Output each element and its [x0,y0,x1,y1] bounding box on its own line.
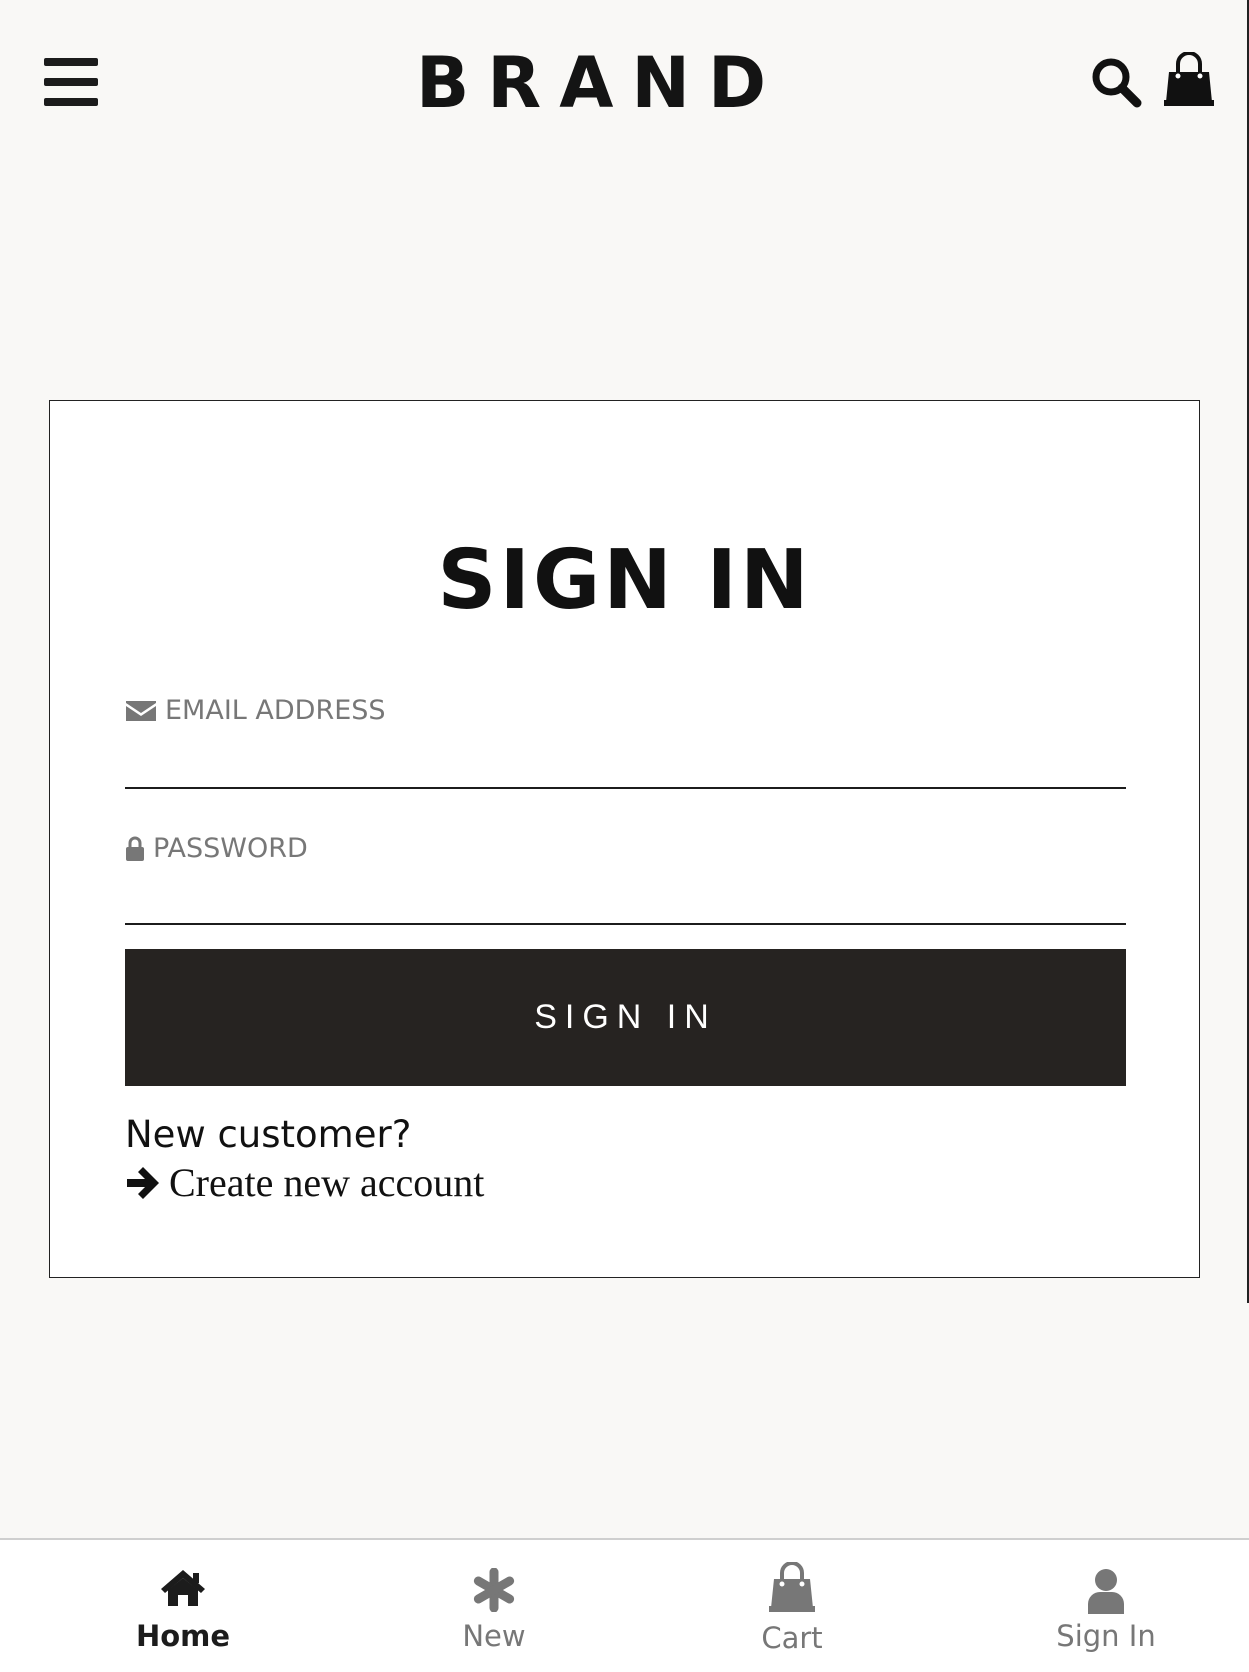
site-header: BRAND [0,0,1249,165]
user-icon [1088,1569,1124,1614]
bottom-navigation: Home New Cart Sign In [0,1538,1249,1672]
nav-label-home: Home [135,1619,231,1653]
new-customer-text: New customer? [125,1113,412,1156]
cart-button[interactable] [1161,51,1217,108]
password-label: PASSWORD [125,829,308,869]
email-label-text: EMAIL ADDRESS [165,695,386,726]
email-field-group: EMAIL ADDRESS [125,691,1126,789]
password-input[interactable] [125,885,1126,925]
search-button[interactable] [1090,56,1142,108]
signin-card: SIGN IN EMAIL ADDRESS PASSWORD SIGN IN N… [49,400,1200,1278]
lock-icon [126,836,144,861]
nav-item-cart[interactable]: Cart [692,1540,892,1672]
email-input[interactable] [125,749,1126,789]
page-title: SIGN IN [437,533,812,628]
shopping-bag-icon [1164,51,1214,106]
password-field-group: PASSWORD [125,829,1126,925]
envelope-icon [126,701,156,721]
create-account-link[interactable]: Create new account [125,1159,484,1207]
password-label-text: PASSWORD [153,833,308,864]
signin-submit-button[interactable]: SIGN IN [125,949,1126,1086]
nav-item-signin[interactable]: Sign In [1006,1540,1206,1672]
shopping-bag-icon [769,1562,815,1612]
nav-label-signin: Sign In [1056,1619,1156,1653]
home-icon [161,1570,205,1606]
nav-item-home[interactable]: Home [83,1540,283,1672]
create-account-label: Create new account [169,1160,485,1205]
brand-logo[interactable]: BRAND [0,38,1200,128]
nav-label-cart: Cart [761,1621,823,1655]
nav-label-new: New [462,1619,526,1653]
email-label: EMAIL ADDRESS [125,691,386,731]
arrow-right-icon [127,1167,159,1199]
asterisk-icon [473,1568,515,1612]
search-icon [1092,58,1142,108]
nav-item-new[interactable]: New [394,1540,594,1672]
